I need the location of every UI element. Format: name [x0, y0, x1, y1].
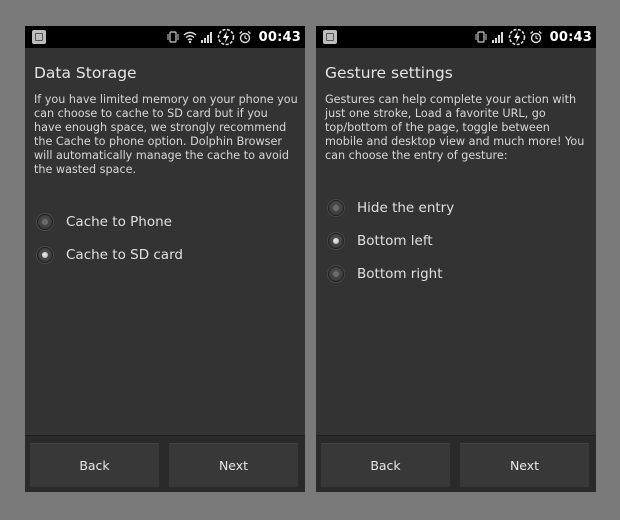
navigation-bar: Back Next	[25, 435, 305, 492]
vibrate-icon	[475, 31, 487, 43]
option-bottom-right[interactable]: Bottom right	[328, 261, 443, 287]
radio-button-selected[interactable]	[37, 247, 53, 263]
battery-charging-icon	[217, 28, 234, 46]
status-bar: 00:43	[316, 26, 596, 48]
option-cache-to-sd-card[interactable]: Cache to SD card	[37, 242, 183, 268]
option-cache-to-phone[interactable]: Cache to Phone	[37, 209, 172, 235]
page-title: Gesture settings	[325, 64, 453, 82]
option-label: Bottom right	[357, 266, 443, 282]
page-description: Gestures can help complete your action w…	[325, 93, 585, 162]
back-button[interactable]: Back	[320, 442, 451, 488]
status-bar: 00:43	[25, 26, 305, 48]
option-bottom-left[interactable]: Bottom left	[328, 228, 433, 254]
page-description: If you have limited memory on your phone…	[34, 93, 298, 176]
status-clock: 00:43	[549, 29, 592, 45]
next-button[interactable]: Next	[459, 442, 590, 488]
status-icons: 00:43	[474, 26, 592, 48]
status-icons: 00:43	[166, 26, 301, 48]
option-label: Hide the entry	[357, 200, 455, 216]
signal-icon	[200, 32, 212, 43]
option-label: Cache to SD card	[66, 247, 183, 263]
radio-button[interactable]	[37, 214, 53, 230]
next-button[interactable]: Next	[168, 442, 299, 488]
notification-app-icon	[323, 30, 337, 44]
option-hide-the-entry[interactable]: Hide the entry	[328, 195, 454, 221]
alarm-icon	[529, 30, 542, 44]
notification-app-icon	[32, 30, 46, 44]
option-label: Cache to Phone	[66, 214, 172, 230]
back-button[interactable]: Back	[29, 442, 160, 488]
wifi-icon	[183, 31, 197, 44]
battery-charging-icon	[508, 28, 525, 46]
status-clock: 00:43	[258, 29, 301, 45]
page-title: Data Storage	[34, 64, 137, 82]
radio-button[interactable]	[328, 200, 344, 216]
data-storage-screen: 00:43 Data Storage If you have limited m…	[25, 26, 305, 492]
gesture-settings-screen: 00:43 Gesture settings Gestures can help…	[316, 26, 596, 492]
option-label: Bottom left	[357, 233, 433, 249]
signal-icon	[491, 32, 503, 43]
navigation-bar: Back Next	[316, 435, 596, 492]
radio-button[interactable]	[328, 266, 344, 282]
radio-button-selected[interactable]	[328, 233, 344, 249]
alarm-icon	[238, 30, 251, 44]
vibrate-icon	[167, 31, 179, 43]
